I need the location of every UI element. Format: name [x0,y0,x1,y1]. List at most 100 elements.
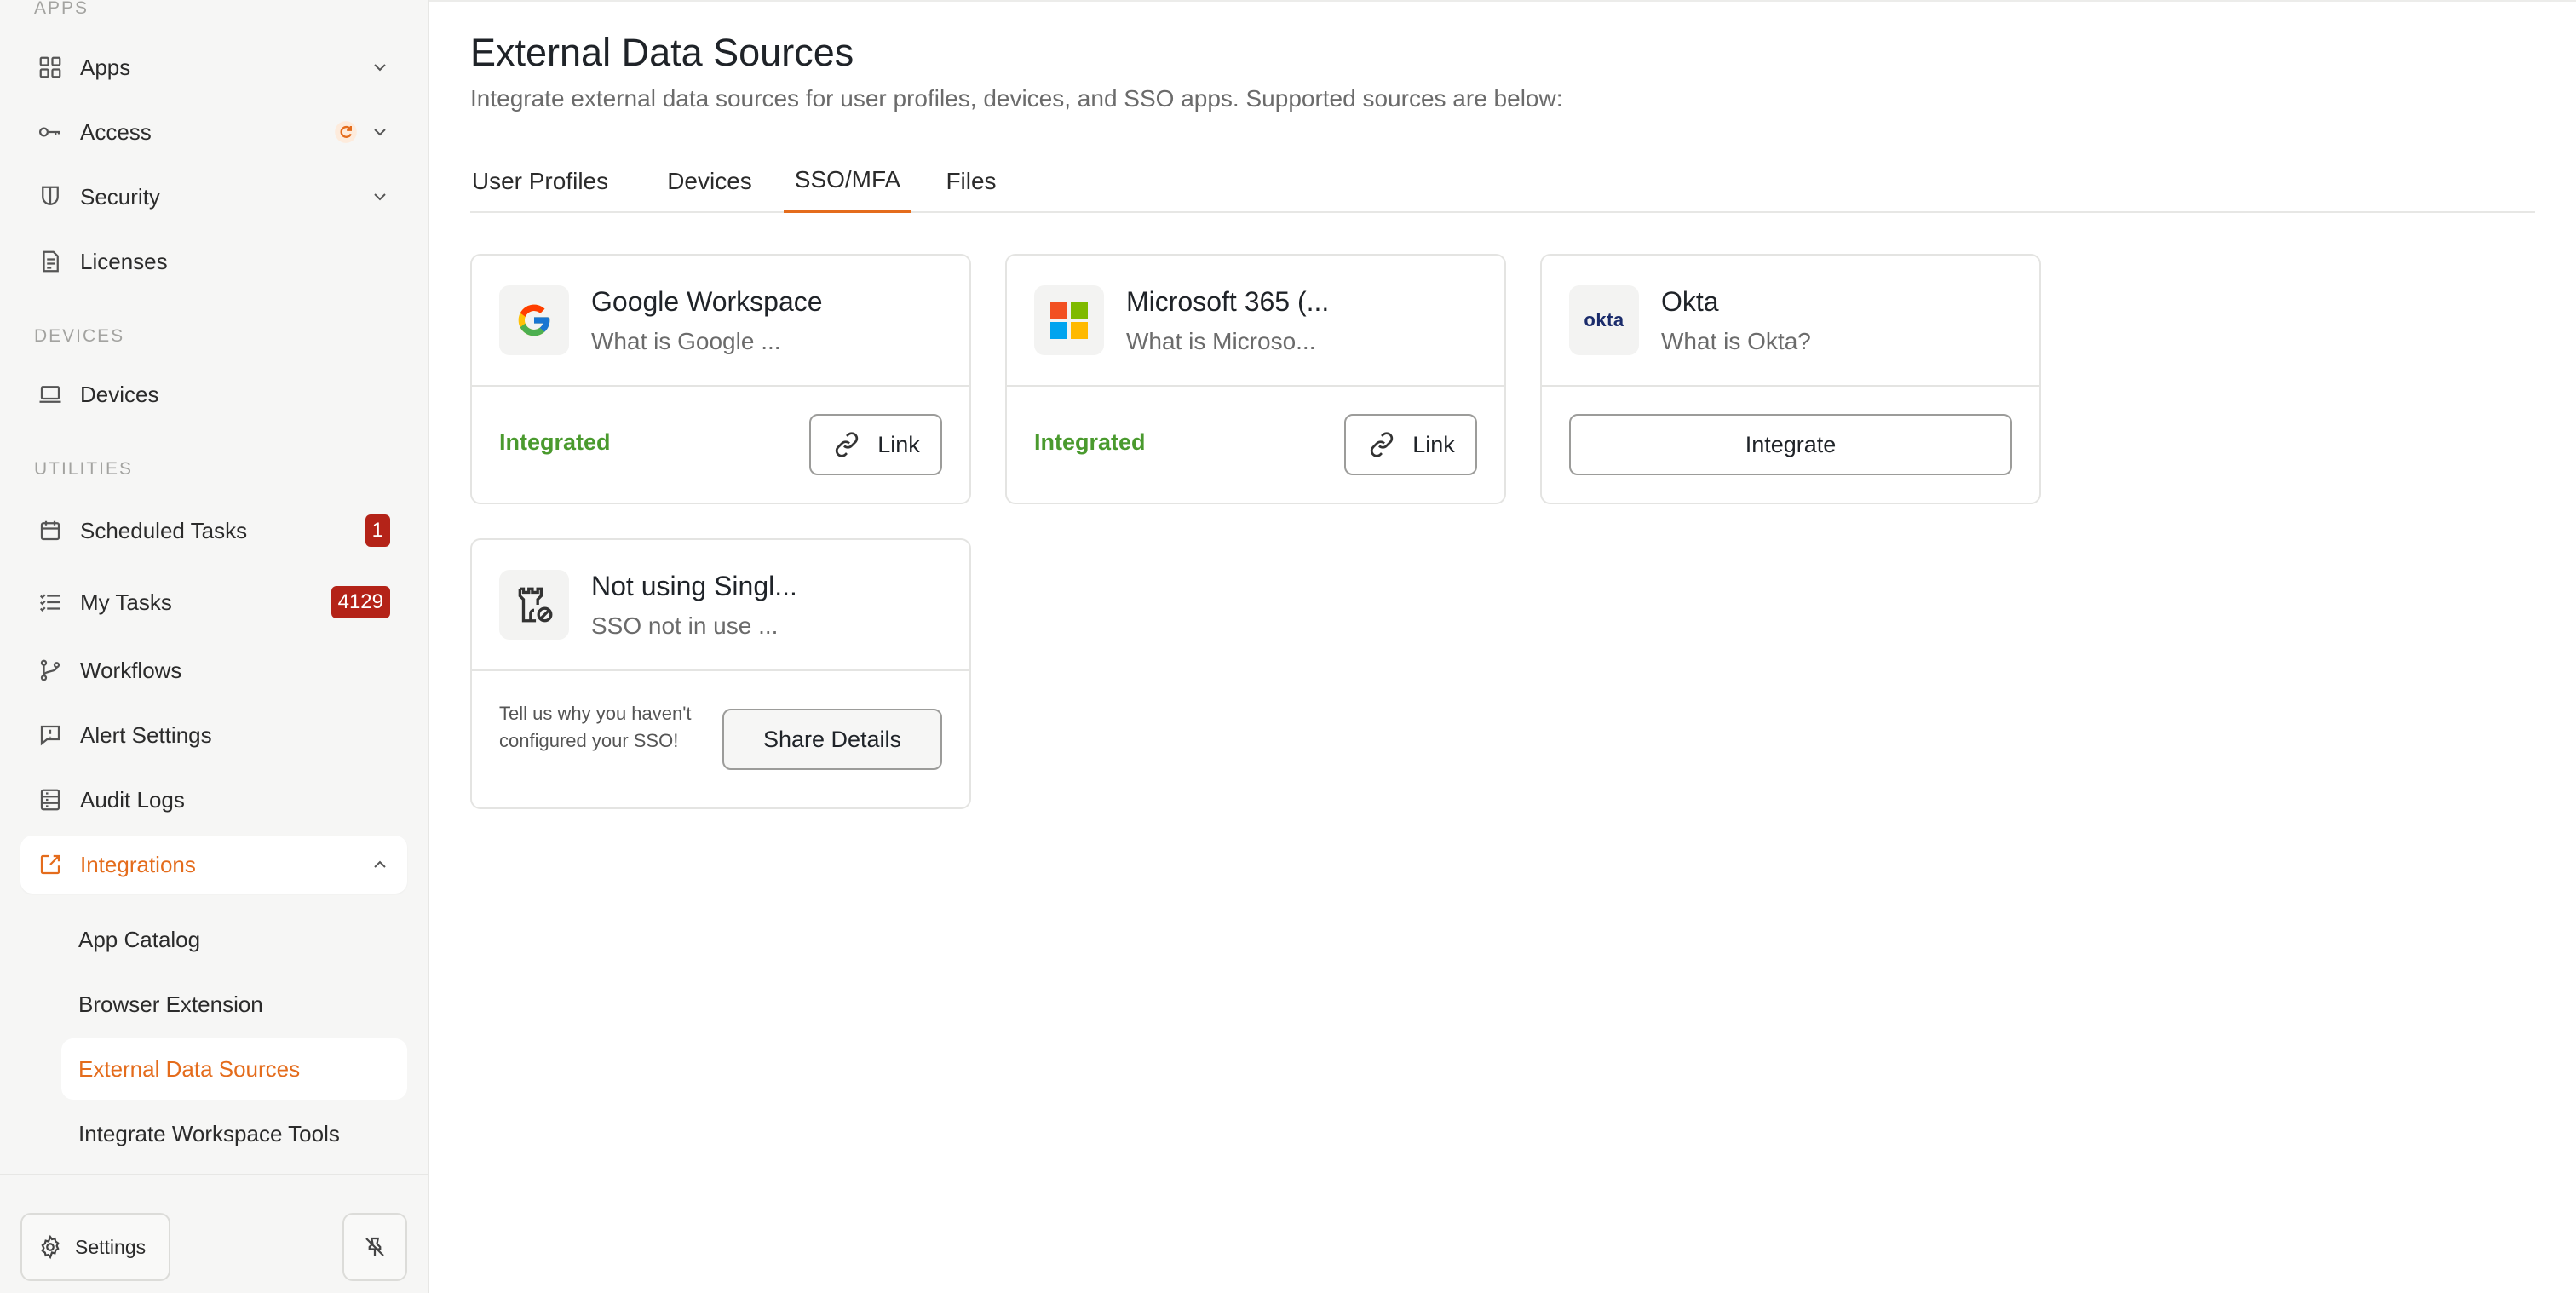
link-label: Link [877,431,920,457]
link-label: Link [1412,431,1455,457]
sidebar-item-label: Audit Logs [80,786,185,813]
sidebar-item-devices[interactable]: Devices [20,365,407,423]
integration-card-okta: okta Okta What is Okta? Integrate [1540,254,2041,504]
sidebar-item-label: Scheduled Tasks [80,517,248,543]
settings-label: Settings [75,1235,147,1258]
link-button[interactable]: Link [809,414,942,475]
integration-card-microsoft: Microsoft 365 (... What is Microso... In… [1005,254,1506,504]
license-document-icon [43,250,59,273]
sidebar-item-access[interactable]: Access [20,103,407,161]
chevron-up-icon[interactable] [370,854,390,875]
feedback-note: Tell us why you haven't configured your … [499,703,692,751]
card-description-link[interactable]: What is Okta? [1661,328,1811,355]
chevron-down-icon[interactable] [370,122,390,142]
alert-message-icon [40,725,60,746]
no-sso-logo [499,570,569,640]
sidebar-item-apps[interactable]: Apps [20,38,407,96]
status-integrated: Integrated [499,429,611,455]
link-button[interactable]: Link [1344,414,1477,475]
settings-button[interactable]: Settings [20,1213,170,1281]
google-g-icon [518,304,550,336]
card-title: Okta [1661,285,1719,317]
card-footer: Integrate [1542,387,2039,503]
calendar-icon [40,520,60,541]
sidebar-item-label: My Tasks [80,589,172,615]
page-title: External Data Sources [470,31,854,74]
integration-card-no-sso: Not using Singl... SSO not in use ... Te… [470,538,971,809]
card-description: SSO not in use ... [591,612,779,639]
sidebar-item-label: Alert Settings [80,721,212,748]
audit-log-icon [40,789,60,811]
link-icon [1371,432,1394,457]
laptop-icon [39,386,61,403]
card-title: Google Workspace [591,285,823,317]
count-badge: 1 [365,514,390,547]
sidebar-item-audit-logs[interactable]: Audit Logs [20,771,407,829]
sidebar-subitem-external-data-sources[interactable]: External Data Sources [61,1038,407,1100]
list-icon [39,594,60,612]
sidebar-item-integrations[interactable]: Integrations [20,836,407,894]
sidebar-item-label: Licenses [80,248,168,274]
google-logo [499,285,569,355]
card-header: Microsoft 365 (... What is Microso... [1007,256,1504,387]
tab-sso-mfa[interactable]: SSO/MFA [784,150,911,213]
card-footer: Integrated Link [1007,387,1504,503]
pin-off-icon [365,1237,384,1256]
microsoft-windows-icon [1050,302,1088,339]
sidebar-item-licenses[interactable]: Licenses [20,233,407,290]
sidebar-item-label: Integrations [80,851,196,877]
tab-user-profiles[interactable]: User Profiles [470,150,610,213]
chevron-down-icon[interactable] [370,57,390,78]
sidebar-footer: Settings [0,1174,428,1293]
tab-devices[interactable]: Devices [654,150,765,213]
integrate-button[interactable]: Integrate [1569,414,2012,475]
tab-bar: User Profiles Devices SSO/MFA Files [470,150,2535,213]
key-icon [39,127,60,137]
sidebar-subitem-integrate-workspace-tools[interactable]: Integrate Workspace Tools [61,1103,407,1164]
section-label-utilities: UTILITIES [34,459,134,479]
card-footer: Integrated Link [472,387,969,503]
okta-logo-text: okta [1584,309,1624,330]
card-description-link[interactable]: What is Microso... [1126,328,1329,355]
count-badge: 4129 [331,586,390,618]
card-title: Microsoft 365 (... [1126,285,1330,317]
share-details-button[interactable]: Share Details [722,709,942,770]
sidebar-item-label: Workflows [80,657,182,683]
grid-icon [39,56,61,78]
link-icon [836,432,859,457]
castle-off-icon [518,587,553,623]
sidebar-subitem-browser-extension[interactable]: Browser Extension [61,974,407,1035]
shield-icon [42,186,59,205]
sidebar-item-my-tasks[interactable]: My Tasks 4129 [20,573,407,631]
sidebar-item-scheduled-tasks[interactable]: Scheduled Tasks 1 [20,502,407,560]
sync-status-icon [335,121,357,143]
card-header: Google Workspace What is Google ... [472,256,969,387]
okta-logo: okta [1569,285,1639,355]
sidebar-item-alert-settings[interactable]: Alert Settings [20,706,407,764]
sidebar-item-label: Security [80,183,160,210]
card-footer: Tell us why you haven't configured your … [472,671,969,807]
card-header: Not using Singl... SSO not in use ... [472,540,969,671]
section-label-devices: DEVICES [34,326,125,346]
sidebar-subitem-app-catalog[interactable]: App Catalog [61,909,407,970]
sidebar-item-security[interactable]: Security [20,168,407,226]
sidebar-item-label: Apps [80,54,131,80]
microsoft-logo [1034,285,1104,355]
status-integrated: Integrated [1034,429,1146,455]
sidebar-item-label: Access [80,118,152,145]
sidebar-item-label: Devices [80,381,159,407]
card-description-link[interactable]: What is Google ... [591,328,823,355]
sidebar: APPS Apps Access Security Licenses DEVIC… [0,0,429,1293]
card-title: Not using Singl... [591,570,797,601]
branch-icon [40,659,60,681]
integrations-icon [40,854,60,875]
tab-files[interactable]: Files [937,150,1005,213]
integration-card-google: Google Workspace What is Google ... Inte… [470,254,971,504]
gear-icon [41,1234,60,1260]
chevron-down-icon[interactable] [370,187,390,207]
sidebar-item-workflows[interactable]: Workflows [20,641,407,699]
top-divider [429,0,2576,2]
card-header: okta Okta What is Okta? [1542,256,2039,387]
page-subtitle: Integrate external data sources for user… [470,85,1563,112]
unpin-sidebar-button[interactable] [342,1213,407,1281]
